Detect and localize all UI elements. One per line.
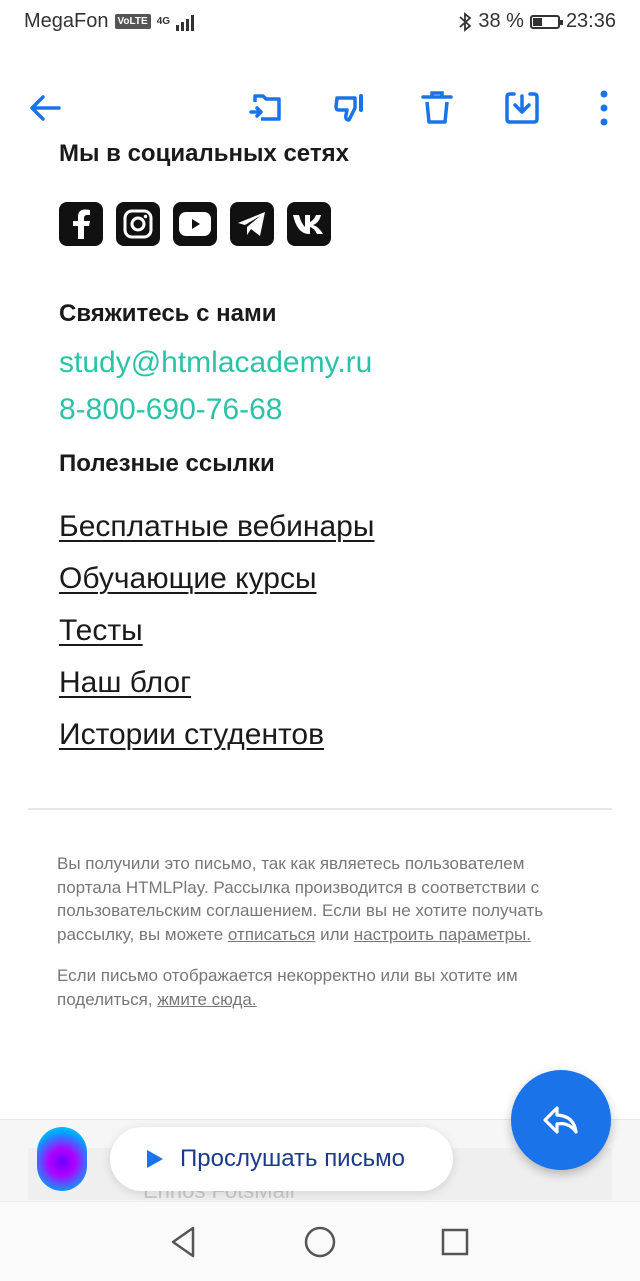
link-tests[interactable]: Тесты <box>59 614 619 648</box>
trash-icon <box>421 91 453 124</box>
move-button[interactable] <box>239 70 295 146</box>
link-student-stories[interactable]: Истории студентов <box>59 718 619 752</box>
youtube-icon <box>179 212 211 236</box>
network-type: 4G <box>156 15 171 27</box>
facebook-link[interactable] <box>59 202 103 246</box>
bluetooth-icon <box>459 11 472 32</box>
social-icons <box>59 202 619 246</box>
footer-share-text: Если письмо отображается некорректно или… <box>57 966 518 1009</box>
back-arrow-icon <box>30 95 61 121</box>
status-bar: MegaFon VoLTE 4G 38 % 23:36 <box>0 0 640 44</box>
status-left: MegaFon VoLTE 4G <box>24 10 198 33</box>
status-right: 38 % 23:36 <box>458 10 616 33</box>
listen-email-button[interactable]: Прослушать письмо <box>110 1127 453 1191</box>
vk-icon <box>293 215 323 234</box>
phone-link[interactable]: 8-800-690-76-68 <box>59 393 619 427</box>
signal-icon <box>176 14 195 31</box>
contact-title: Свяжитесь с нами <box>59 300 277 327</box>
spam-button[interactable] <box>323 70 379 146</box>
voice-assistant-button[interactable] <box>37 1127 87 1191</box>
link-webinars[interactable]: Бесплатные вебинары <box>59 510 619 544</box>
facebook-icon <box>73 209 90 239</box>
battery-fill <box>532 17 543 26</box>
useful-links-list: Бесплатные вебинары Обучающие курсы Тест… <box>59 510 619 752</box>
email-link[interactable]: study@htmlacademy.ru <box>59 346 619 380</box>
footer-share: Если письмо отображается некорректно или… <box>57 964 587 1011</box>
move-to-folder-icon <box>249 94 281 121</box>
delete-button[interactable] <box>409 70 465 146</box>
youtube-link[interactable] <box>173 202 217 246</box>
back-button[interactable] <box>17 70 73 146</box>
footer-or: или <box>315 924 354 944</box>
carrier-name: MegaFon <box>24 10 109 32</box>
footer-notice: Вы получили это письмо, так как являетес… <box>57 852 587 946</box>
telegram-link[interactable] <box>230 202 274 246</box>
nav-back-button[interactable] <box>161 1220 205 1264</box>
social-title: Мы в социальных сетях <box>59 140 349 167</box>
system-nav-bar <box>0 1201 640 1281</box>
click-here-link[interactable]: жмите сюда. <box>157 990 256 1009</box>
battery-icon <box>529 14 563 29</box>
reply-icon <box>543 1106 578 1134</box>
back-triangle-icon <box>171 1226 195 1258</box>
thumbs-down-icon <box>334 94 363 122</box>
clock: 23:36 <box>565 10 616 32</box>
reply-button[interactable] <box>511 1070 611 1170</box>
nav-recents-button[interactable] <box>433 1220 477 1264</box>
link-blog[interactable]: Наш блог <box>59 666 619 700</box>
save-button[interactable] <box>494 70 550 146</box>
nav-home-button[interactable] <box>298 1220 342 1264</box>
email-footer: Вы получили это письмо, так как являетес… <box>57 852 587 1011</box>
vk-link[interactable] <box>287 202 331 246</box>
home-circle-icon <box>304 1226 336 1258</box>
email-body: Мы в социальных сетях Свяжитесь с нами s… <box>59 140 619 770</box>
instagram-link[interactable] <box>116 202 160 246</box>
useful-links-title: Полезные ссылки <box>59 450 275 477</box>
telegram-icon <box>238 212 265 236</box>
more-button[interactable] <box>576 70 632 146</box>
battery-percent: 38 % <box>478 10 524 32</box>
unsubscribe-link[interactable]: отписаться <box>228 925 316 944</box>
instagram-icon <box>123 209 153 239</box>
footer-divider <box>28 808 612 810</box>
download-icon <box>505 92 539 124</box>
more-vertical-icon <box>600 90 608 126</box>
settings-link[interactable]: настроить параметры. <box>354 925 531 944</box>
volte-badge: VoLTE <box>114 14 151 29</box>
link-courses[interactable]: Обучающие курсы <box>59 562 619 596</box>
recents-square-icon <box>441 1228 469 1256</box>
mail-toolbar <box>0 70 640 146</box>
listen-email-label: Прослушать письмо <box>180 1145 405 1172</box>
play-icon <box>147 1150 163 1168</box>
